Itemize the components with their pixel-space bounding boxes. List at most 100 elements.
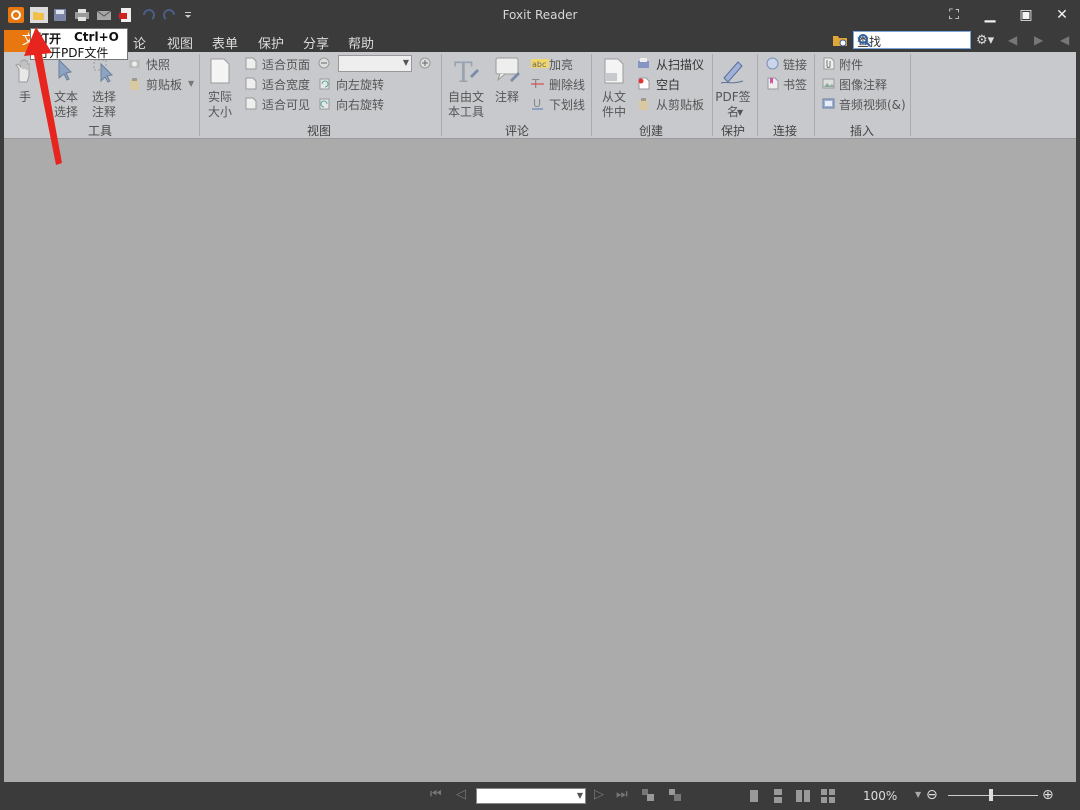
menu-form[interactable]: 表单 <box>212 33 238 52</box>
select-annotation-icon[interactable] <box>92 58 118 84</box>
zoom-slider-thumb[interactable] <box>989 789 993 801</box>
zoom-select-dropdown-icon[interactable]: ▼ <box>403 58 409 67</box>
window-title: Foxit Reader <box>502 8 578 22</box>
hand-tool-label[interactable]: 手 <box>14 90 36 105</box>
nav-next-icon[interactable]: ▶ <box>1034 33 1043 47</box>
rotate-left-button[interactable]: 向左旋转 <box>336 76 384 93</box>
separator <box>814 54 815 136</box>
menu-protect[interactable]: 保护 <box>258 33 284 52</box>
single-page-icon[interactable] <box>748 789 760 803</box>
blank-page-button[interactable]: 空白 <box>656 76 680 93</box>
document-area[interactable] <box>4 139 1076 782</box>
highlight-icon: abc <box>531 57 549 70</box>
continuous-facing-icon[interactable] <box>821 789 835 803</box>
svg-text:abc: abc <box>532 60 546 69</box>
pdf-sign-icon[interactable] <box>718 56 748 86</box>
bookmark-button[interactable]: 书签 <box>783 76 807 93</box>
zoom-dropdown-icon[interactable]: ▼ <box>915 790 921 799</box>
from-file-label[interactable]: 从文 件中 <box>596 90 632 120</box>
last-page-icon[interactable]: ⏭ <box>616 787 628 802</box>
typewriter-icon[interactable]: T <box>452 56 480 89</box>
text-select-icon[interactable] <box>54 58 80 84</box>
zoom-out-icon[interactable] <box>318 57 331 70</box>
window-controls: ⛶ ▁ ▣ ✕ <box>936 0 1080 30</box>
select-annotation-label[interactable]: 选择 注释 <box>86 90 122 120</box>
zoom-in-button[interactable]: ⊕ <box>1042 787 1054 803</box>
menu-help[interactable]: 帮助 <box>348 33 374 52</box>
zoom-in-icon[interactable] <box>419 57 432 70</box>
menu-share[interactable]: 分享 <box>303 33 329 52</box>
group-comment-label: 评论 <box>505 124 530 138</box>
group-view-label: 视图 <box>307 124 332 138</box>
clipboard-icon <box>128 77 141 90</box>
zoom-out-button[interactable]: ⊖ <box>926 787 938 803</box>
strikeout-button[interactable]: 删除线 <box>549 76 585 93</box>
zoom-level: 100% <box>863 789 898 803</box>
zoom-slider[interactable] <box>948 795 1038 796</box>
prev-page-icon[interactable]: ◁ <box>456 787 466 802</box>
audio-video-button[interactable]: 音频视频(&) <box>839 96 906 113</box>
image-annotation-button[interactable]: 图像注释 <box>839 76 887 93</box>
actual-size-icon[interactable] <box>208 58 232 84</box>
group-links-label: 连接 <box>773 124 798 138</box>
hand-tool-icon[interactable] <box>12 58 38 84</box>
nav-prev-icon[interactable]: ◀ <box>1008 33 1017 47</box>
first-page-icon[interactable]: ⏮ <box>430 787 442 802</box>
clipboard-button[interactable]: 剪贴板 <box>146 76 182 93</box>
link-button[interactable]: 链接 <box>783 56 807 73</box>
open-tooltip: 打开 Ctrl+O 打开PDF文件 <box>30 28 128 60</box>
fit-page-icon <box>244 57 257 70</box>
typewriter-label[interactable]: 自由文 本工具 <box>444 90 488 120</box>
search-input[interactable]: 查找 <box>853 31 971 49</box>
svg-text:U: U <box>533 97 541 110</box>
prev-view-icon[interactable] <box>641 788 655 802</box>
underline-icon: U <box>531 97 544 110</box>
rotate-right-button[interactable]: 向右旋转 <box>336 96 384 113</box>
maximize-button[interactable]: ▣ <box>1008 0 1044 30</box>
close-button[interactable]: ✕ <box>1044 0 1080 30</box>
fit-visible-button[interactable]: 适合可见 <box>262 96 310 113</box>
title-bar: Foxit Reader ⛶ ▁ ▣ ✕ <box>0 0 1080 30</box>
from-scanner-button[interactable]: 从扫描仪 <box>656 56 704 73</box>
zoom-select[interactable]: ▼ <box>338 55 412 72</box>
menu-comment[interactable]: 论 <box>133 33 146 52</box>
from-file-icon[interactable] <box>602 57 626 85</box>
pdf-sign-label[interactable]: PDF签 名 <box>712 90 754 120</box>
next-page-icon[interactable]: ▷ <box>594 787 604 802</box>
separator <box>910 54 911 136</box>
next-view-icon[interactable] <box>668 788 682 802</box>
fit-page-button[interactable]: 适合页面 <box>262 56 310 73</box>
nav-end-icon[interactable]: ◀ <box>1060 33 1069 47</box>
fit-visible-icon <box>244 97 257 110</box>
scanner-icon <box>637 57 650 70</box>
text-select-label[interactable]: 文本 选择 <box>48 90 84 120</box>
clipboard-dropdown-icon[interactable]: ▼ <box>188 79 194 88</box>
actual-size-label[interactable]: 实际 大小 <box>202 90 238 120</box>
snapshot-button[interactable]: 快照 <box>146 56 170 73</box>
from-clipboard-button[interactable]: 从剪贴板 <box>656 96 704 113</box>
page-number-input[interactable]: ▼ <box>476 788 586 804</box>
fit-width-button[interactable]: 适合宽度 <box>262 76 310 93</box>
fullscreen-button[interactable]: ⛶ <box>936 0 972 30</box>
minimize-button[interactable]: ▁ <box>972 0 1008 30</box>
image-annotation-icon <box>822 77 835 90</box>
attachment-button[interactable]: 附件 <box>839 56 863 73</box>
bookmark-icon <box>766 77 779 90</box>
folder-history-icon[interactable] <box>832 32 848 48</box>
facing-page-icon[interactable] <box>796 789 810 803</box>
from-clipboard-icon <box>637 97 650 110</box>
search-icon[interactable] <box>857 33 871 47</box>
fit-width-icon <box>244 77 257 90</box>
tooltip-description: 打开PDF文件 <box>37 46 109 60</box>
note-icon[interactable] <box>494 56 522 86</box>
snapshot-icon <box>128 57 141 70</box>
menu-view[interactable]: 视图 <box>167 33 193 52</box>
status-bar: ⏮ ◁ ▼ ▷ ⏭ 100% ▼ ⊖ ⊕ <box>0 782 1080 810</box>
continuous-page-icon[interactable] <box>772 789 784 803</box>
pdf-sign-dropdown-icon[interactable]: ▼ <box>737 108 743 117</box>
note-label[interactable]: 注释 <box>492 90 522 105</box>
highlight-button[interactable]: 加亮 <box>549 56 573 73</box>
page-dropdown-icon[interactable]: ▼ <box>577 791 583 800</box>
settings-gear-icon[interactable]: ⚙▾ <box>976 33 1000 49</box>
underline-button[interactable]: 下划线 <box>549 96 585 113</box>
